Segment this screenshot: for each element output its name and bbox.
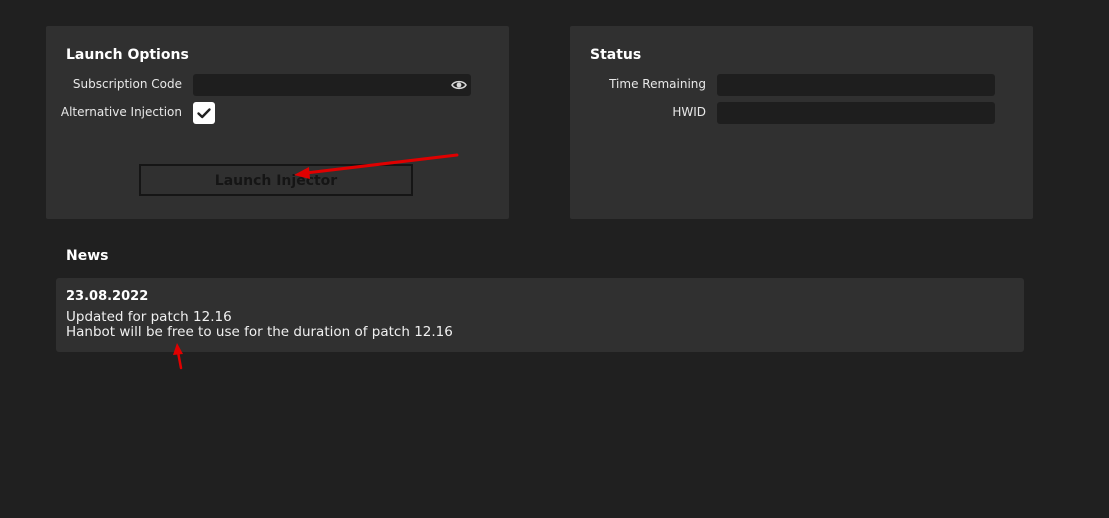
launch-injector-button[interactable]: Launch Injector — [139, 164, 413, 196]
subscription-code-label: Subscription Code — [72, 77, 182, 91]
time-remaining-label: Time Remaining — [609, 77, 706, 91]
launch-options-panel: Launch Options Subscription Code Alterna… — [46, 26, 509, 219]
status-title: Status — [590, 47, 642, 63]
hwid-field — [717, 102, 995, 124]
app-window: Launch Options Subscription Code Alterna… — [0, 0, 1109, 518]
news-title: News — [66, 248, 109, 264]
time-remaining-field — [717, 74, 995, 96]
alternative-injection-checkbox[interactable] — [193, 102, 215, 124]
launch-options-title: Launch Options — [66, 47, 189, 63]
launch-injector-label: Launch Injector — [214, 173, 338, 189]
hwid-label: HWID — [672, 105, 706, 119]
news-line: Hanbot will be free to use for the durat… — [66, 324, 453, 340]
news-item: 23.08.2022 Updated for patch 12.16 Hanbo… — [56, 278, 1024, 352]
alternative-injection-label: Alternative Injection — [60, 105, 182, 119]
eye-icon[interactable] — [451, 77, 467, 93]
news-date: 23.08.2022 — [66, 289, 149, 304]
subscription-code-input[interactable] — [193, 74, 471, 96]
checkmark-icon — [197, 108, 211, 119]
news-line: Updated for patch 12.16 — [66, 309, 232, 325]
status-panel: Status Time Remaining HWID — [570, 26, 1033, 219]
